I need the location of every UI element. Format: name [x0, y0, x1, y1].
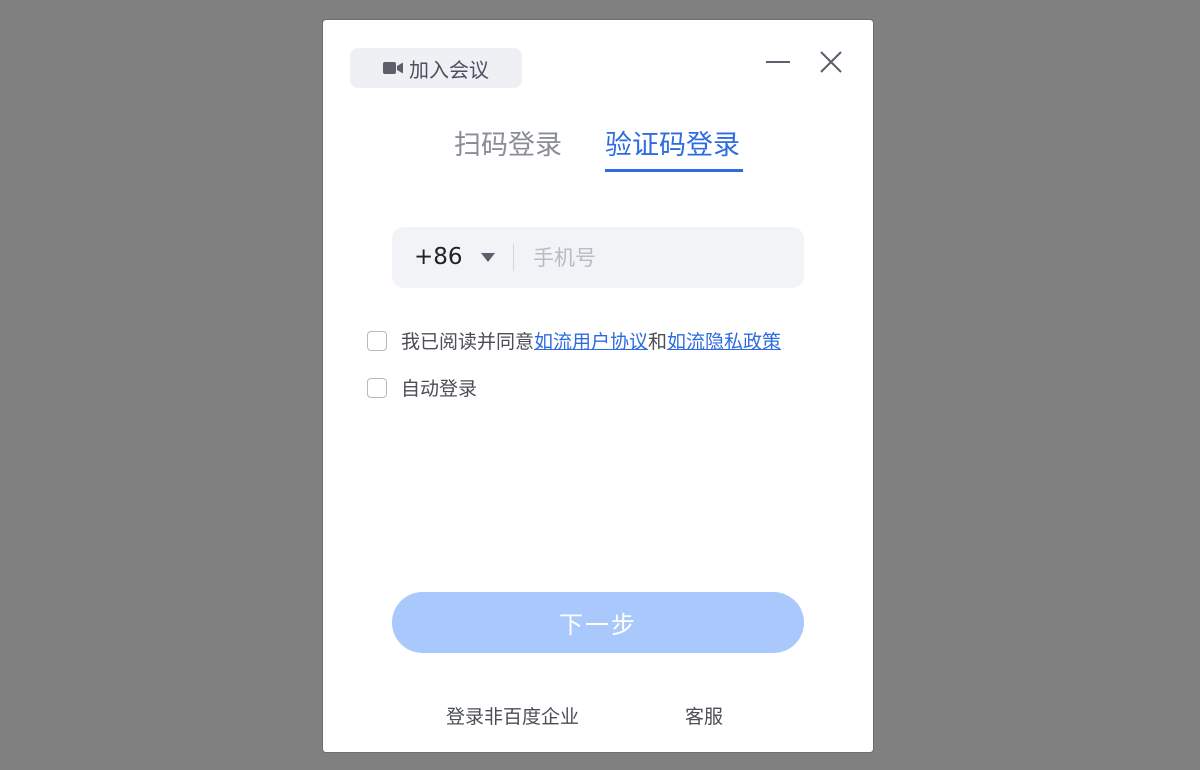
close-icon	[820, 51, 842, 73]
login-window: 加入会议 扫码登录 验证码登录 +86 我已阅读并同意如流用户协议和如流隐私政策…	[323, 20, 873, 752]
auto-login-checkbox[interactable]	[367, 377, 387, 398]
dropdown-triangle-icon[interactable]	[481, 253, 495, 262]
user-agreement-link[interactable]: 如流用户协议	[534, 327, 648, 354]
agreement-conjunction: 和	[648, 331, 668, 353]
minimize-button[interactable]	[764, 48, 792, 76]
customer-service-link[interactable]: 客服	[685, 702, 723, 729]
country-code-selector[interactable]: +86	[414, 227, 463, 288]
privacy-policy-link[interactable]: 如流隐私政策	[667, 327, 781, 354]
non-baidu-login-link[interactable]: 登录非百度企业	[446, 702, 579, 729]
login-tabs: 扫码登录 验证码登录	[323, 128, 873, 176]
active-tab-indicator	[605, 169, 743, 172]
next-step-button[interactable]: 下一步	[392, 592, 804, 653]
phone-number-input[interactable]	[533, 227, 783, 288]
agreement-checkbox[interactable]	[367, 330, 387, 351]
tab-sms-login[interactable]: 验证码登录	[605, 128, 740, 164]
video-camera-icon	[383, 62, 403, 74]
minimize-icon	[766, 61, 790, 63]
agreement-prefix: 我已阅读并同意	[401, 331, 535, 353]
close-button[interactable]	[817, 48, 845, 76]
join-meeting-button[interactable]: 加入会议	[350, 48, 522, 88]
auto-login-row: 自动登录	[367, 374, 477, 401]
auto-login-label[interactable]: 自动登录	[401, 374, 477, 401]
tab-qr-login[interactable]: 扫码登录	[454, 128, 562, 164]
phone-input-group: +86	[392, 227, 804, 288]
join-meeting-label: 加入会议	[409, 57, 489, 82]
agreement-row: 我已阅读并同意 如流用户协议和如流隐私政策	[367, 327, 781, 354]
input-divider	[513, 244, 514, 271]
